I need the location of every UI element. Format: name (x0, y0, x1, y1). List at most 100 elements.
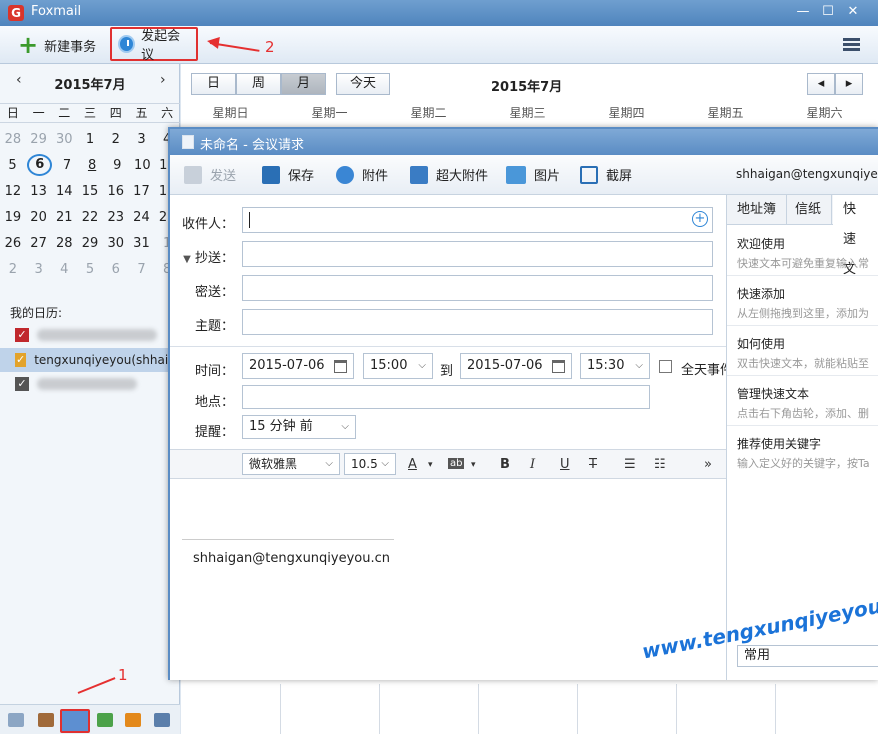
bullet-list-icon[interactable]: ☰ (624, 457, 636, 472)
rss-icon[interactable] (125, 713, 141, 727)
calendar-item[interactable]: ✓ tengxunqiyeyou(shhai... (0, 348, 180, 372)
font-size-select[interactable]: 10.5 ⌵ (344, 453, 396, 475)
mini-calendar-day[interactable]: 12 (0, 184, 26, 199)
mini-calendar-day[interactable]: 2 (0, 262, 26, 277)
next-month-button[interactable]: ▸ (835, 73, 863, 95)
underline-icon[interactable]: U (560, 457, 570, 472)
bcc-field[interactable] (242, 275, 713, 301)
numbered-list-icon[interactable]: ☷ (654, 457, 666, 472)
mini-calendar-day[interactable]: 31 (129, 236, 155, 251)
checkbox-icon[interactable]: ✓ (15, 328, 29, 342)
mini-calendar-day[interactable]: 10 (130, 158, 155, 173)
highlight-color-icon[interactable]: ab (448, 458, 465, 469)
mini-calendar-day[interactable]: 28 (0, 132, 26, 147)
mini-calendar-day[interactable]: 9 (105, 158, 130, 173)
mini-calendar-day[interactable]: 5 (0, 158, 25, 173)
today-button[interactable]: 今天 (336, 73, 390, 95)
tools-icon[interactable] (154, 713, 170, 727)
mini-calendar-day[interactable]: 29 (77, 236, 103, 251)
mini-calendar-day[interactable]: 13 (26, 184, 52, 199)
font-color-icon[interactable]: A (408, 457, 417, 472)
minimize-icon[interactable]: — (794, 4, 812, 20)
bold-icon[interactable]: B (500, 457, 510, 472)
mini-calendar-day[interactable]: 16 (103, 184, 129, 199)
save-button[interactable]: 保存 (262, 165, 314, 184)
screenshot-button[interactable]: 截屏 (580, 165, 632, 184)
mini-calendar-day[interactable]: 15 (77, 184, 103, 199)
quick-text-item[interactable]: 如何使用 双击快速文本，就能粘贴至 (737, 335, 878, 371)
chevron-down-icon[interactable]: ▾ (428, 460, 433, 470)
image-button[interactable]: 图片 (506, 165, 560, 184)
month-view-button[interactable]: 月 (281, 73, 326, 95)
send-button[interactable]: 发送 (184, 165, 236, 184)
mini-calendar-day[interactable]: 22 (77, 210, 103, 225)
attach-button[interactable]: 附件 (336, 165, 388, 184)
more-icon[interactable]: » (704, 457, 712, 472)
reminder-select[interactable]: 15 分钟 前 ⌵ (242, 415, 356, 439)
tab-stationery[interactable]: 信纸 (785, 195, 833, 225)
mini-calendar-day[interactable]: 24 (129, 210, 155, 225)
all-day-checkbox[interactable] (659, 360, 672, 373)
cc-field[interactable] (242, 241, 713, 267)
mini-calendar-day[interactable]: 27 (26, 236, 52, 251)
mini-calendar-day[interactable]: 7 (54, 158, 79, 173)
mini-calendar-day[interactable]: 30 (103, 236, 129, 251)
mini-calendar-day[interactable]: 26 (0, 236, 26, 251)
notes-icon[interactable] (97, 713, 113, 727)
next-month-icon[interactable]: › (160, 72, 166, 88)
mini-calendar-day[interactable]: 3 (26, 262, 52, 277)
cc-label[interactable]: ▼ 抄送： (174, 247, 234, 266)
contacts-icon[interactable] (38, 713, 54, 727)
font-family-select[interactable]: 微软雅黑 ⌵ (242, 453, 340, 475)
chevron-down-icon[interactable]: ▾ (471, 460, 476, 470)
mini-calendar-day[interactable]: 28 (51, 236, 77, 251)
italic-icon[interactable]: I (530, 457, 535, 472)
calendar-icon[interactable] (60, 709, 90, 733)
start-date-picker[interactable]: 2015-07-06 (242, 353, 354, 379)
large-attach-button[interactable]: 超大附件 (410, 165, 488, 184)
quick-text-item[interactable]: 快速添加 从左侧拖拽到这里，添加为 (737, 285, 878, 321)
mini-calendar-day[interactable]: 5 (77, 262, 103, 277)
mini-calendar-day[interactable]: 23 (103, 210, 129, 225)
close-icon[interactable]: ✕ (844, 4, 862, 20)
mini-calendar-day[interactable]: 17 (129, 184, 155, 199)
quick-text-category-select[interactable]: 常用 (737, 645, 878, 667)
mini-calendar-day[interactable]: 19 (0, 210, 26, 225)
location-field[interactable] (242, 385, 650, 409)
menu-icon[interactable] (843, 38, 860, 51)
checkbox-icon[interactable]: ✓ (15, 377, 29, 391)
mini-calendar-day[interactable]: 6 (103, 262, 129, 277)
quick-text-item[interactable]: 推荐使用关键字 输入定义好的关键字，按Ta (737, 435, 878, 471)
end-date-picker[interactable]: 2015-07-06 (460, 353, 572, 379)
mini-calendar-day[interactable]: 14 (51, 184, 77, 199)
end-time-select[interactable]: 15:30 ⌵ (580, 353, 650, 379)
mini-calendar-day[interactable]: 8 (80, 158, 105, 173)
maximize-icon[interactable]: ☐ (819, 4, 837, 20)
week-view-button[interactable]: 周 (236, 73, 281, 95)
start-time-select[interactable]: 15:00 ⌵ (363, 353, 433, 379)
prev-month-button[interactable]: ◂ (807, 73, 835, 95)
calendar-item[interactable]: ✓ (0, 372, 170, 396)
mini-calendar-day[interactable]: 1 (77, 132, 103, 147)
mini-calendar-day[interactable]: 30 (51, 132, 77, 147)
strikethrough-icon[interactable]: T (589, 457, 597, 472)
new-task-button[interactable]: + 新建事务 (12, 30, 102, 60)
mini-calendar-day[interactable]: 7 (129, 262, 155, 277)
mini-calendar-day[interactable]: 3 (129, 132, 155, 147)
quick-text-item[interactable]: 管理快速文本 点击右下角齿轮，添加、删 (737, 385, 878, 421)
subject-field[interactable] (242, 309, 713, 335)
mini-calendar-day[interactable]: 4 (51, 262, 77, 277)
add-recipient-icon[interactable]: + (692, 211, 708, 227)
mini-calendar-day[interactable]: 29 (26, 132, 52, 147)
mini-calendar-day[interactable]: 21 (51, 210, 77, 225)
calendar-item[interactable]: ✓ (0, 323, 170, 347)
sender-account[interactable]: shhaigan@tengxunqiye... (736, 167, 878, 181)
mini-calendar-today[interactable]: 6 (27, 154, 53, 176)
quick-text-item[interactable]: 欢迎使用 快速文本可避免重复输入常 (737, 235, 878, 271)
mini-calendar-day[interactable]: 20 (26, 210, 52, 225)
tab-address-book[interactable]: 地址簿 (727, 195, 788, 225)
day-view-button[interactable]: 日 (191, 73, 236, 95)
tab-quick-text[interactable]: 快速文 (833, 195, 878, 277)
mail-icon[interactable] (8, 713, 24, 727)
mini-calendar-day[interactable]: 2 (103, 132, 129, 147)
